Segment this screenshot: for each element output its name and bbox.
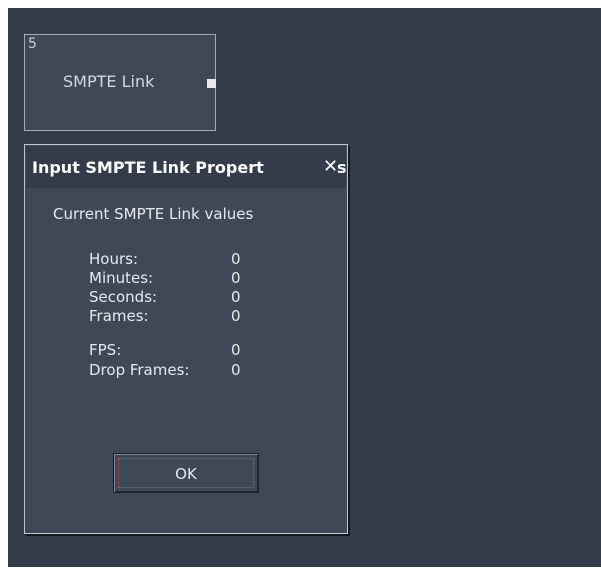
ok-button[interactable]: OK [113,453,259,493]
frames-label: Frames: [89,307,149,325]
node-title: SMPTE Link [63,72,155,91]
canvas: 5 SMPTE Link Input SMPTE Link Propert ✕ … [8,8,601,567]
hours-label: Hours: [89,250,138,268]
seconds-label: Seconds: [89,288,158,306]
fps-label: FPS: [89,341,122,359]
output-port[interactable] [207,79,216,88]
values-heading: Current SMPTE Link values [53,205,254,223]
fps-value: 0 [231,341,241,359]
drop-frames-value: 0 [231,361,241,379]
dialog-title: Input SMPTE Link Propert [32,158,264,177]
ok-label: OK [175,465,197,483]
minutes-value: 0 [231,269,241,287]
properties-dialog: Input SMPTE Link Propert ✕ s Current SMP… [24,144,348,534]
dialog-title-tail: s [337,158,347,177]
minutes-label: Minutes: [89,269,154,287]
seconds-value: 0 [231,288,241,306]
smpte-link-node[interactable]: 5 SMPTE Link [24,34,216,131]
node-id: 5 [28,36,37,52]
dialog-titlebar[interactable]: Input SMPTE Link Propert ✕ s [26,146,347,188]
hours-value: 0 [231,250,241,268]
drop-frames-label: Drop Frames: [89,361,190,379]
frames-value: 0 [231,307,241,325]
close-button[interactable]: ✕ [323,158,338,176]
